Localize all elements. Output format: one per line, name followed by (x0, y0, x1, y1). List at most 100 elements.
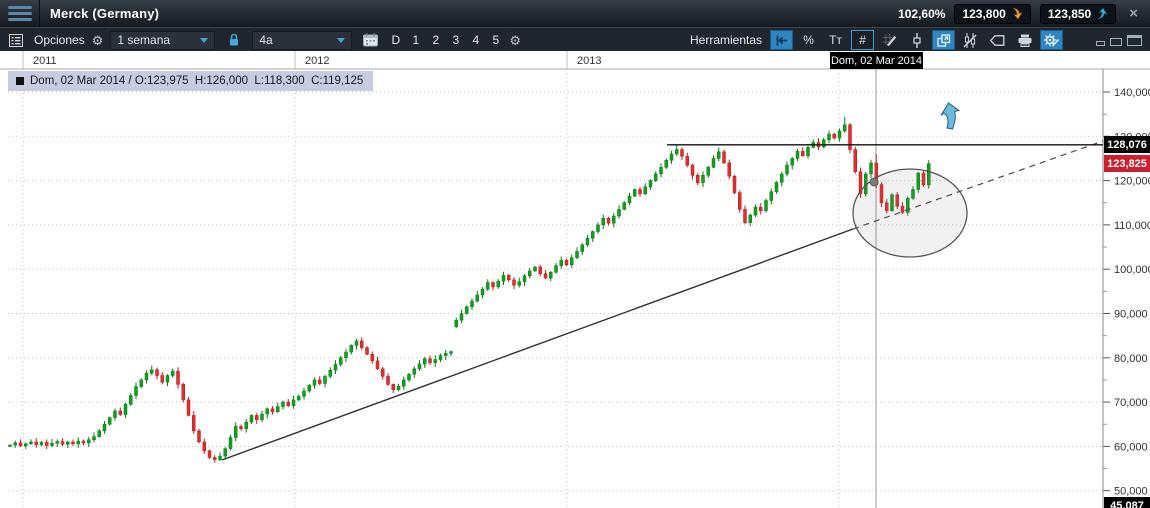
candle-body (344, 351, 348, 359)
instrument-title: Merck (Germany) (50, 6, 160, 21)
options-button[interactable]: Opciones (34, 33, 85, 47)
candle-body (853, 149, 857, 172)
exit-drawing-mode-icon[interactable] (770, 30, 794, 50)
series-marker-icon (16, 77, 24, 85)
tick-down-icon (1012, 7, 1023, 20)
windows-layout-tool[interactable] (932, 30, 956, 50)
candle-body (643, 186, 647, 195)
range-dropdown[interactable]: 4a (252, 30, 353, 50)
medium-window-icon[interactable] (1110, 37, 1122, 46)
ohlc-readout: Dom, 02 Mar 2014 / O:123,975 H:126,000 L… (8, 71, 374, 91)
draw-on-grid-tool[interactable] (878, 30, 901, 50)
zoom-4-button[interactable]: 4 (469, 33, 482, 47)
candle-body (150, 369, 154, 374)
candle-body (428, 358, 432, 363)
candle-body (318, 379, 322, 384)
candle-body (759, 206, 763, 211)
crosshair-date-tooltip: Dom, 02 Mar 2014 (830, 52, 923, 69)
candle-body (486, 282, 490, 290)
time-axis-strip (0, 51, 1150, 69)
candle-body (543, 273, 548, 279)
candle-body (843, 124, 847, 132)
candle-body (570, 257, 574, 266)
calendar-icon[interactable] (359, 30, 382, 50)
bid-price-button[interactable]: 123,800 (954, 3, 1031, 24)
year-label: 2011 (33, 55, 57, 67)
candle-body (785, 164, 789, 175)
close-icon[interactable]: × (1125, 5, 1142, 22)
candle-body (286, 401, 290, 406)
candle-body (76, 440, 80, 444)
candle-body (391, 384, 395, 390)
candle-body (533, 266, 537, 272)
main-menu-button[interactable] (0, 0, 40, 27)
back-label-tool[interactable] (986, 30, 1009, 50)
candle-body (181, 384, 185, 401)
price-tick-label: 90,000 (1114, 309, 1148, 321)
drawing-handle-dot[interactable] (869, 177, 879, 187)
support-trendline[interactable] (221, 228, 854, 461)
price-tick-label: 110,000 (1114, 220, 1150, 232)
grid-tool[interactable]: # (851, 30, 875, 50)
price-chart-canvas[interactable]: 140,000130,000120,000110,000100,00090,00… (0, 51, 1150, 508)
hamburger-icon (7, 12, 32, 15)
hamburger-icon (7, 6, 32, 9)
candle-body (60, 441, 65, 445)
list-icon[interactable] (4, 30, 27, 50)
small-window-icon[interactable] (1096, 40, 1105, 46)
candle-body (87, 439, 91, 444)
candle-body (627, 195, 632, 203)
candle-body (102, 424, 107, 432)
candle-body (270, 408, 275, 413)
candle-body (81, 440, 86, 444)
text-tool[interactable]: Tᴛ (824, 30, 847, 50)
candle-body (690, 164, 695, 176)
candle-body (722, 151, 726, 164)
zoom-settings-gear-icon[interactable]: ⚙ (509, 34, 521, 47)
candle-body (491, 282, 495, 288)
zoom-3-button[interactable]: 3 (449, 33, 462, 47)
candle-body (606, 218, 611, 224)
candle-body (29, 441, 33, 444)
maximize-window-icon[interactable] (1127, 34, 1142, 46)
candle-body (297, 396, 301, 401)
candle-body (612, 215, 616, 224)
candle-body (239, 426, 243, 429)
candle-body (795, 151, 800, 159)
ask-price-button[interactable]: 123,850 (1039, 3, 1117, 24)
bid-price: 123,800 (962, 6, 1006, 21)
price-tick-label: 140,000 (1114, 87, 1150, 99)
up-arrow-annotation[interactable] (940, 102, 961, 130)
percent-scale-tool[interactable]: % (797, 30, 820, 50)
zoom-daily-button[interactable]: D (389, 33, 402, 47)
zoom-1-button[interactable]: 1 (409, 33, 422, 47)
candle-body (717, 151, 721, 159)
candle-body (328, 369, 332, 377)
options-gear-icon[interactable]: ⚙ (92, 34, 104, 47)
light-cursor-tool[interactable] (905, 30, 928, 50)
zoom-2-button[interactable]: 2 (429, 33, 442, 47)
drawing-settings-gear-icon[interactable] (1040, 30, 1064, 50)
candle-body (113, 410, 117, 418)
candle-body (711, 158, 716, 168)
print-icon[interactable] (1013, 30, 1036, 50)
edit-candles-tool[interactable] (959, 30, 982, 50)
crosshair-price-tag: 45,087 (1104, 497, 1150, 508)
candle-body (696, 175, 700, 184)
zoom-5-button[interactable]: 5 (489, 33, 502, 47)
candle-body (291, 399, 296, 406)
candlestick-series (8, 116, 931, 463)
lock-icon[interactable] (222, 30, 245, 50)
tools-label: Herramientas (690, 33, 763, 47)
candle-body (449, 351, 453, 354)
candle-body (596, 224, 600, 232)
candle-body (423, 358, 427, 365)
timeframe-dropdown[interactable]: 1 semana (110, 30, 216, 50)
candle-body (228, 437, 233, 449)
candle-body (360, 340, 364, 348)
candle-body (454, 319, 458, 328)
candle-body (790, 158, 794, 166)
candle-body (538, 266, 542, 274)
toolbar-window-size-group (1096, 28, 1142, 52)
candle-body (13, 442, 17, 446)
